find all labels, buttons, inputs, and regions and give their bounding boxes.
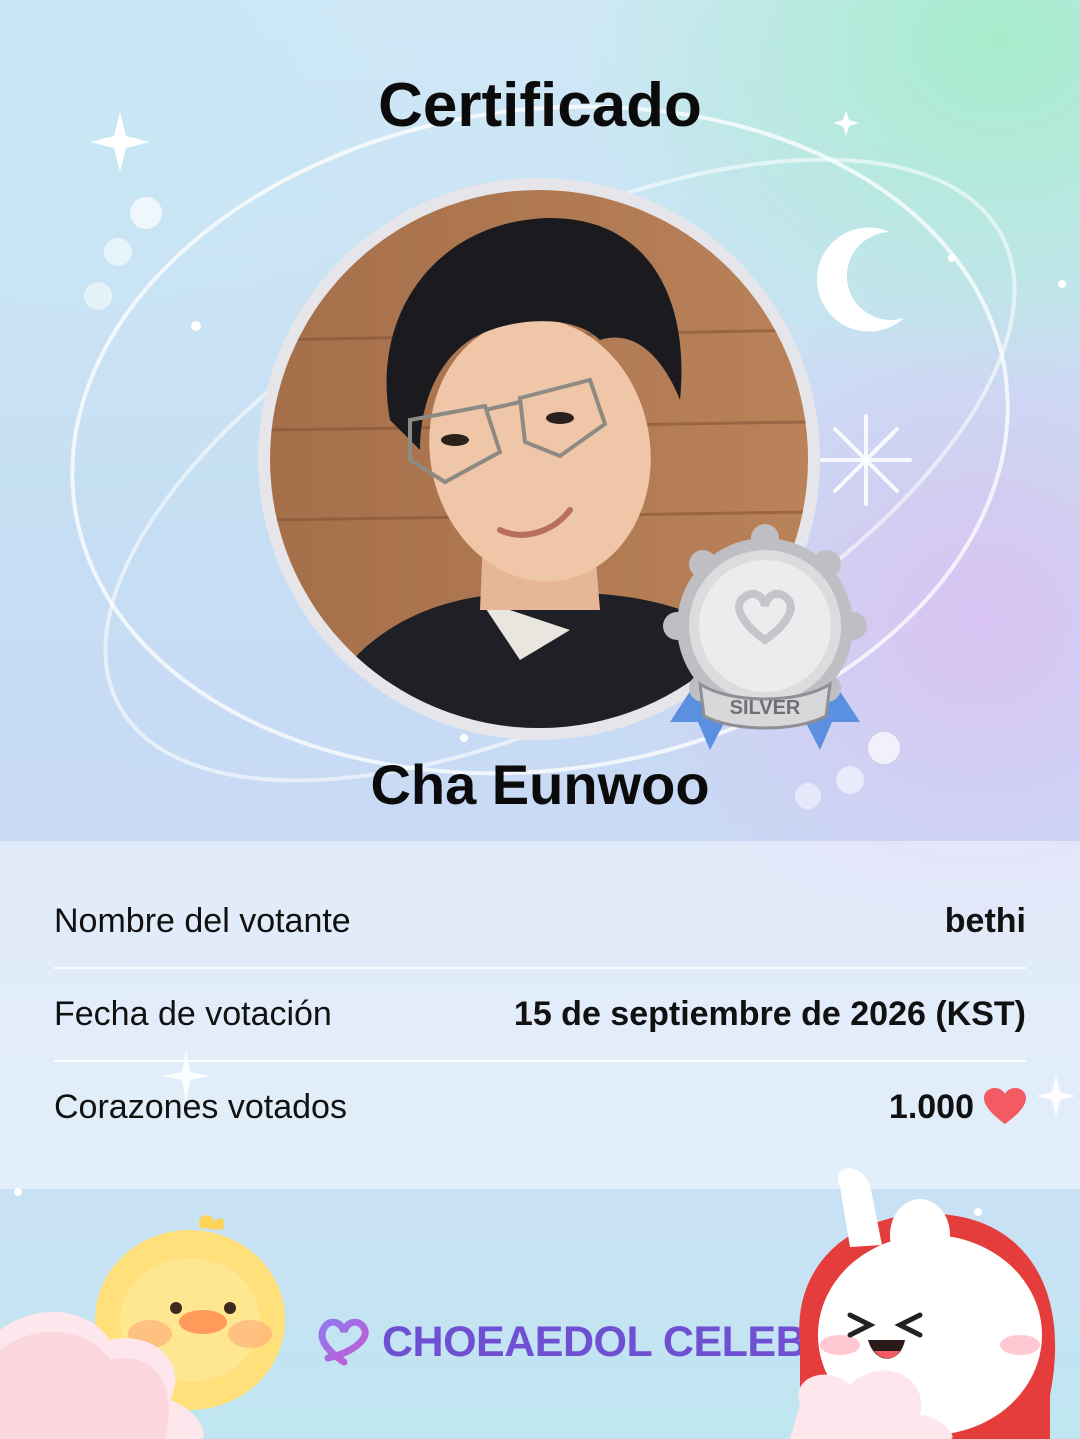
certificate-card: Certificado SILVER Cha Eunwoo Nombre del… bbox=[0, 0, 1080, 1439]
brand-heart-icon bbox=[318, 1318, 369, 1366]
detail-row-hearts: Corazones votados 1.000 bbox=[54, 1061, 1026, 1153]
detail-row-date: Fecha de votación 15 de septiembre de 20… bbox=[54, 968, 1026, 1060]
celeb-name: Cha Eunwoo bbox=[370, 753, 710, 816]
detail-row-voter: Nombre del votante bethi bbox=[54, 875, 1026, 967]
certificate-title: Certificado bbox=[378, 71, 702, 140]
silver-medal: SILVER bbox=[663, 524, 867, 750]
badge-label: SILVER bbox=[730, 697, 801, 719]
chick-character-illustration bbox=[0, 1215, 285, 1439]
detail-label: Nombre del votante bbox=[54, 901, 351, 940]
details-panel: Nombre del votante bethi Fecha de votaci… bbox=[0, 841, 1080, 1189]
bunny-character-illustration bbox=[790, 1168, 1056, 1439]
detail-label: Corazones votados bbox=[54, 1087, 347, 1126]
brand-name: CHOEAEDOL CELEB bbox=[382, 1317, 807, 1366]
heart-icon bbox=[984, 1088, 1026, 1124]
detail-value: bethi bbox=[944, 901, 1026, 940]
hearts-count: 1.000 bbox=[888, 1087, 974, 1126]
detail-label: Fecha de votación bbox=[54, 994, 332, 1033]
detail-value: 15 de septiembre de 2026 (KST) bbox=[513, 994, 1026, 1033]
detail-value-wrap: 1.000 bbox=[889, 1088, 1026, 1127]
brand-logo: CHOEAEDOL CELEB bbox=[314, 1312, 807, 1372]
